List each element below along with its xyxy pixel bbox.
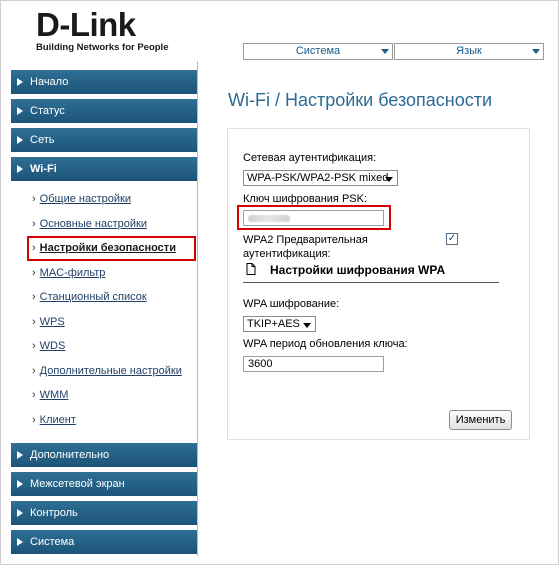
sidebar-item-label: Система bbox=[30, 536, 75, 548]
auth-select-value: WPA-PSK/WPA2-PSK mixed bbox=[247, 172, 389, 184]
sidebar-item-network[interactable]: Сеть bbox=[11, 128, 197, 152]
wpa-rekey-input[interactable]: 3600 bbox=[243, 356, 384, 372]
submenu-item-wds: › WDS bbox=[32, 340, 197, 365]
dlink-logo: D-Link Building Networks for People bbox=[36, 8, 169, 53]
bullet-icon: › bbox=[32, 193, 36, 205]
chevron-down-icon bbox=[381, 49, 389, 54]
system-menu-label: Система bbox=[295, 45, 341, 57]
wpa2-preauth-label-line1: WPA2 Предварительная bbox=[243, 234, 368, 246]
bullet-icon: › bbox=[32, 340, 36, 352]
sidebar-item-control[interactable]: Контроль bbox=[11, 501, 197, 525]
submenu-link[interactable]: WDS bbox=[40, 340, 66, 352]
bullet-icon: › bbox=[32, 413, 36, 426]
arrow-right-icon bbox=[17, 538, 23, 546]
sidebar-item-label: Контроль bbox=[30, 507, 78, 519]
system-menu[interactable]: Система bbox=[243, 43, 393, 60]
submenu-link[interactable]: Основные настройки bbox=[40, 218, 147, 230]
submenu-link[interactable]: MAC-фильтр bbox=[40, 267, 106, 279]
auth-label: Сетевая аутентификация: bbox=[243, 152, 377, 164]
document-icon bbox=[246, 263, 256, 275]
wpa2-preauth-checkbox[interactable]: ✓ bbox=[446, 233, 458, 245]
wpa-cipher-value: TKIP+AES bbox=[247, 318, 300, 330]
wpa-cipher-select[interactable]: TKIP+AES bbox=[243, 316, 316, 332]
wpa2-preauth-label: WPA2 Предварительная аутентификация: bbox=[243, 233, 368, 261]
bullet-icon: › bbox=[32, 389, 36, 401]
sidebar-item-label: Статус bbox=[30, 105, 65, 117]
submenu-link[interactable]: Общие настройки bbox=[40, 193, 131, 205]
wpa-rekey-value: 3600 bbox=[248, 358, 273, 370]
sidebar-item-firewall[interactable]: Межсетевой экран bbox=[11, 472, 197, 496]
apply-button[interactable]: Изменить bbox=[449, 410, 512, 430]
sidebar-item-label: Wi-Fi bbox=[30, 163, 57, 175]
wpa-rekey-label: WPA период обновления ключа: bbox=[243, 338, 408, 350]
submenu-link[interactable]: Дополнительные настройки bbox=[40, 365, 182, 377]
sidebar-item-label: Начало bbox=[30, 76, 69, 88]
sidebar-item-home[interactable]: Начало bbox=[11, 70, 197, 94]
submenu-item-wmm: › WMM bbox=[32, 389, 197, 414]
sidebar-item-label: Дополнительно bbox=[30, 449, 110, 461]
psk-label: Ключ шифрования PSK: bbox=[243, 193, 368, 205]
language-menu-label: Язык bbox=[456, 45, 482, 57]
sidebar-item-label: Сеть bbox=[30, 134, 55, 146]
submenu-item-general: › Общие настройки bbox=[32, 193, 197, 218]
selected-item-highlight bbox=[27, 236, 196, 261]
arrow-right-icon bbox=[17, 78, 23, 86]
submenu-item-advanced: › Дополнительные настройки bbox=[32, 365, 197, 390]
logo-tagline: Building Networks for People bbox=[36, 42, 169, 53]
wpa-section-title: Настройки шифрования WPA bbox=[270, 263, 446, 277]
arrow-right-icon bbox=[17, 165, 23, 173]
auth-select[interactable]: WPA-PSK/WPA2-PSK mixed bbox=[243, 170, 398, 186]
chevron-down-icon bbox=[385, 177, 393, 182]
submenu-link[interactable]: WMM bbox=[40, 389, 69, 401]
psk-highlight bbox=[237, 205, 391, 230]
sidebar: Начало Статус Сеть Wi-Fi › Общие настройк… bbox=[11, 70, 197, 559]
bullet-icon: › bbox=[32, 315, 36, 328]
bullet-icon: › bbox=[32, 364, 36, 377]
sidebar-item-label: Межсетевой экран bbox=[30, 478, 125, 490]
logo-brand: D-Link bbox=[36, 6, 136, 43]
sidebar-item-system[interactable]: Система bbox=[11, 530, 197, 554]
wpa-cipher-label: WPA шифрование: bbox=[243, 298, 340, 310]
arrow-right-icon bbox=[17, 107, 23, 115]
wpa2-preauth-label-line2: аутентификация: bbox=[243, 248, 331, 260]
arrow-right-icon bbox=[17, 509, 23, 517]
sidebar-item-status[interactable]: Статус bbox=[11, 99, 197, 123]
bullet-icon: › bbox=[32, 217, 36, 230]
submenu-link[interactable]: Клиент bbox=[40, 414, 76, 426]
bullet-icon: › bbox=[32, 291, 36, 303]
arrow-right-icon bbox=[17, 136, 23, 144]
chevron-down-icon bbox=[532, 49, 540, 54]
top-menu: Система Язык bbox=[243, 43, 544, 60]
wifi-submenu: › Общие настройки › Основные настройки › На… bbox=[11, 193, 197, 438]
arrow-right-icon bbox=[17, 480, 23, 488]
submenu-item-client: › Клиент bbox=[32, 414, 197, 439]
arrow-right-icon bbox=[17, 451, 23, 459]
sidebar-item-wifi[interactable]: Wi-Fi bbox=[11, 157, 197, 181]
section-divider bbox=[243, 282, 499, 283]
chevron-down-icon bbox=[303, 323, 311, 328]
bullet-icon: › bbox=[32, 266, 36, 279]
submenu-link[interactable]: WPS bbox=[40, 316, 65, 328]
sidebar-item-advanced[interactable]: Дополнительно bbox=[11, 443, 197, 467]
submenu-item-station-list: › Станционный список bbox=[32, 291, 197, 316]
submenu-item-mac-filter: › MAC-фильтр bbox=[32, 267, 197, 292]
submenu-link[interactable]: Станционный список bbox=[40, 291, 147, 303]
language-menu[interactable]: Язык bbox=[394, 43, 544, 60]
submenu-item-wps: › WPS bbox=[32, 316, 197, 341]
page-title: Wi-Fi / Настройки безопасности bbox=[228, 90, 493, 110]
